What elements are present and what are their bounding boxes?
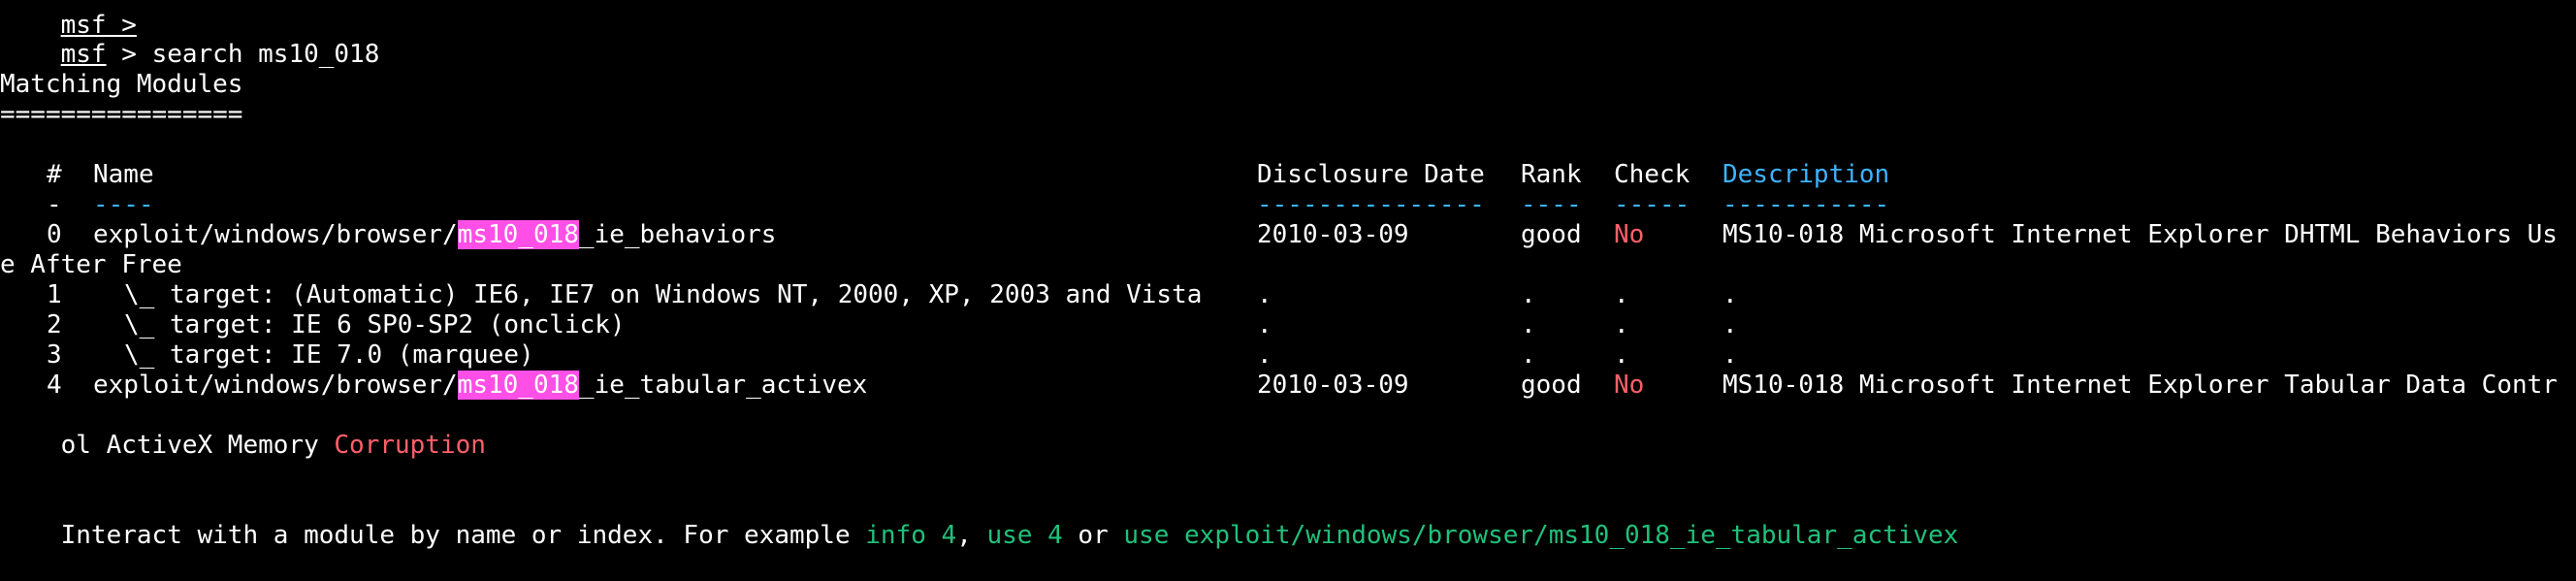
header-num: # (47, 160, 62, 189)
description-wrap: ol ActiveX Memory Corruption (0, 401, 486, 460)
disclosure-date: . (1257, 340, 1272, 370)
target-entry: \_ target: IE 6 SP0-SP2 (onclick) (124, 310, 626, 339)
header-check: Check (1614, 160, 1690, 189)
table-row: 2 \_ target: IE 6 SP0-SP2 (onclick) . . … (0, 310, 2576, 340)
module-path: exploit/windows/browser/ (93, 220, 458, 249)
command-text: search ms10_018 (151, 40, 380, 69)
rank: good (1521, 371, 1582, 400)
section-rule: ================ (0, 100, 243, 129)
rule-date: --------------- (1257, 190, 1485, 219)
row-index: 2 (47, 310, 62, 339)
row-index: 3 (47, 340, 62, 370)
section-title: Matching Modules (0, 70, 243, 99)
footer-text: Interact with a module by name or index.… (60, 521, 866, 550)
row-index: 4 (47, 371, 62, 400)
check-status: . (1614, 280, 1629, 309)
rank: . (1521, 310, 1536, 339)
footer-sep: or (1062, 521, 1124, 550)
target-entry: \_ target: (Automatic) IE6, IE7 on Windo… (124, 280, 1203, 309)
row-index: 0 (47, 220, 62, 249)
description: MS10-018 Microsoft Internet Explorer Tab… (1723, 371, 2558, 400)
footer-sep: , (956, 521, 987, 550)
check-status: . (1614, 310, 1629, 339)
example-command-use-index[interactable]: use 4 (987, 521, 1063, 550)
rule-description: ----------- (1723, 190, 1890, 219)
example-command-info[interactable]: info 4 (865, 521, 956, 550)
table-header-rule-row: - ---- --------------- ---- ----- ------… (0, 190, 2576, 220)
row-index: 1 (47, 280, 62, 309)
description: . (1723, 280, 1738, 309)
rule-num: - (47, 190, 62, 219)
rule-name: ---- (93, 190, 154, 219)
rule-rank: ---- (1521, 190, 1582, 219)
description-wrap-text: ol ActiveX Memory (60, 431, 335, 460)
table-row: 3 \_ target: IE 7.0 (marquee) . . . . (0, 340, 2576, 371)
check-status: No (1614, 371, 1645, 400)
description-wrap: e After Free (0, 250, 182, 279)
search-match-highlight: ms10_018 (457, 220, 579, 249)
disclosure-date: 2010-03-09 (1257, 371, 1409, 400)
rank: . (1521, 340, 1536, 370)
module-path: exploit/windows/browser/ (93, 371, 458, 400)
description-wrap-highlight: Corruption (334, 431, 486, 460)
module-name: exploit/windows/browser/ms10_018_ie_tabu… (93, 371, 867, 401)
rule-check: ----- (1614, 190, 1690, 219)
example-command-use-name[interactable]: use exploit/windows/browser/ms10_018_ie_… (1123, 521, 1958, 550)
search-match-highlight: ms10_018 (457, 371, 579, 400)
header-rank: Rank (1521, 160, 1582, 189)
description: . (1723, 310, 1738, 339)
terminal-window[interactable]: msf > msf > search ms10_018 Matching Mod… (0, 0, 2576, 550)
module-name: exploit/windows/browser/ms10_018_ie_beha… (93, 220, 776, 250)
target-entry: \_ target: IE 7.0 (marquee) (124, 340, 534, 370)
command-line: msf > search ms10_018 (0, 10, 380, 69)
check-status: No (1614, 220, 1645, 249)
description: . (1723, 340, 1738, 370)
table-row: 0 exploit/windows/browser/ms10_018_ie_be… (0, 220, 2576, 250)
header-date: Disclosure Date (1257, 160, 1485, 189)
disclosure-date: . (1257, 310, 1272, 339)
table-header-row: # Name Disclosure Date Rank Check Descri… (0, 160, 2576, 190)
module-suffix: _ie_behaviors (578, 220, 777, 249)
header-name: Name (93, 160, 154, 189)
module-suffix: _ie_tabular_activex (578, 371, 868, 400)
footer-hint: Interact with a module by name or index.… (0, 491, 1959, 550)
table-row: 1 \_ target: (Automatic) IE6, IE7 on Win… (0, 280, 2576, 310)
header-description: Description (1723, 160, 1890, 189)
table-row: 4 exploit/windows/browser/ms10_018_ie_ta… (0, 371, 2576, 401)
check-status: . (1614, 340, 1629, 370)
rank: good (1521, 220, 1582, 249)
prompt-separator: > (106, 40, 152, 69)
prompt-label: msf (60, 40, 107, 69)
rank: . (1521, 280, 1536, 309)
disclosure-date: 2010-03-09 (1257, 220, 1409, 249)
disclosure-date: . (1257, 280, 1272, 309)
description: MS10-018 Microsoft Internet Explorer DHT… (1723, 220, 2558, 249)
